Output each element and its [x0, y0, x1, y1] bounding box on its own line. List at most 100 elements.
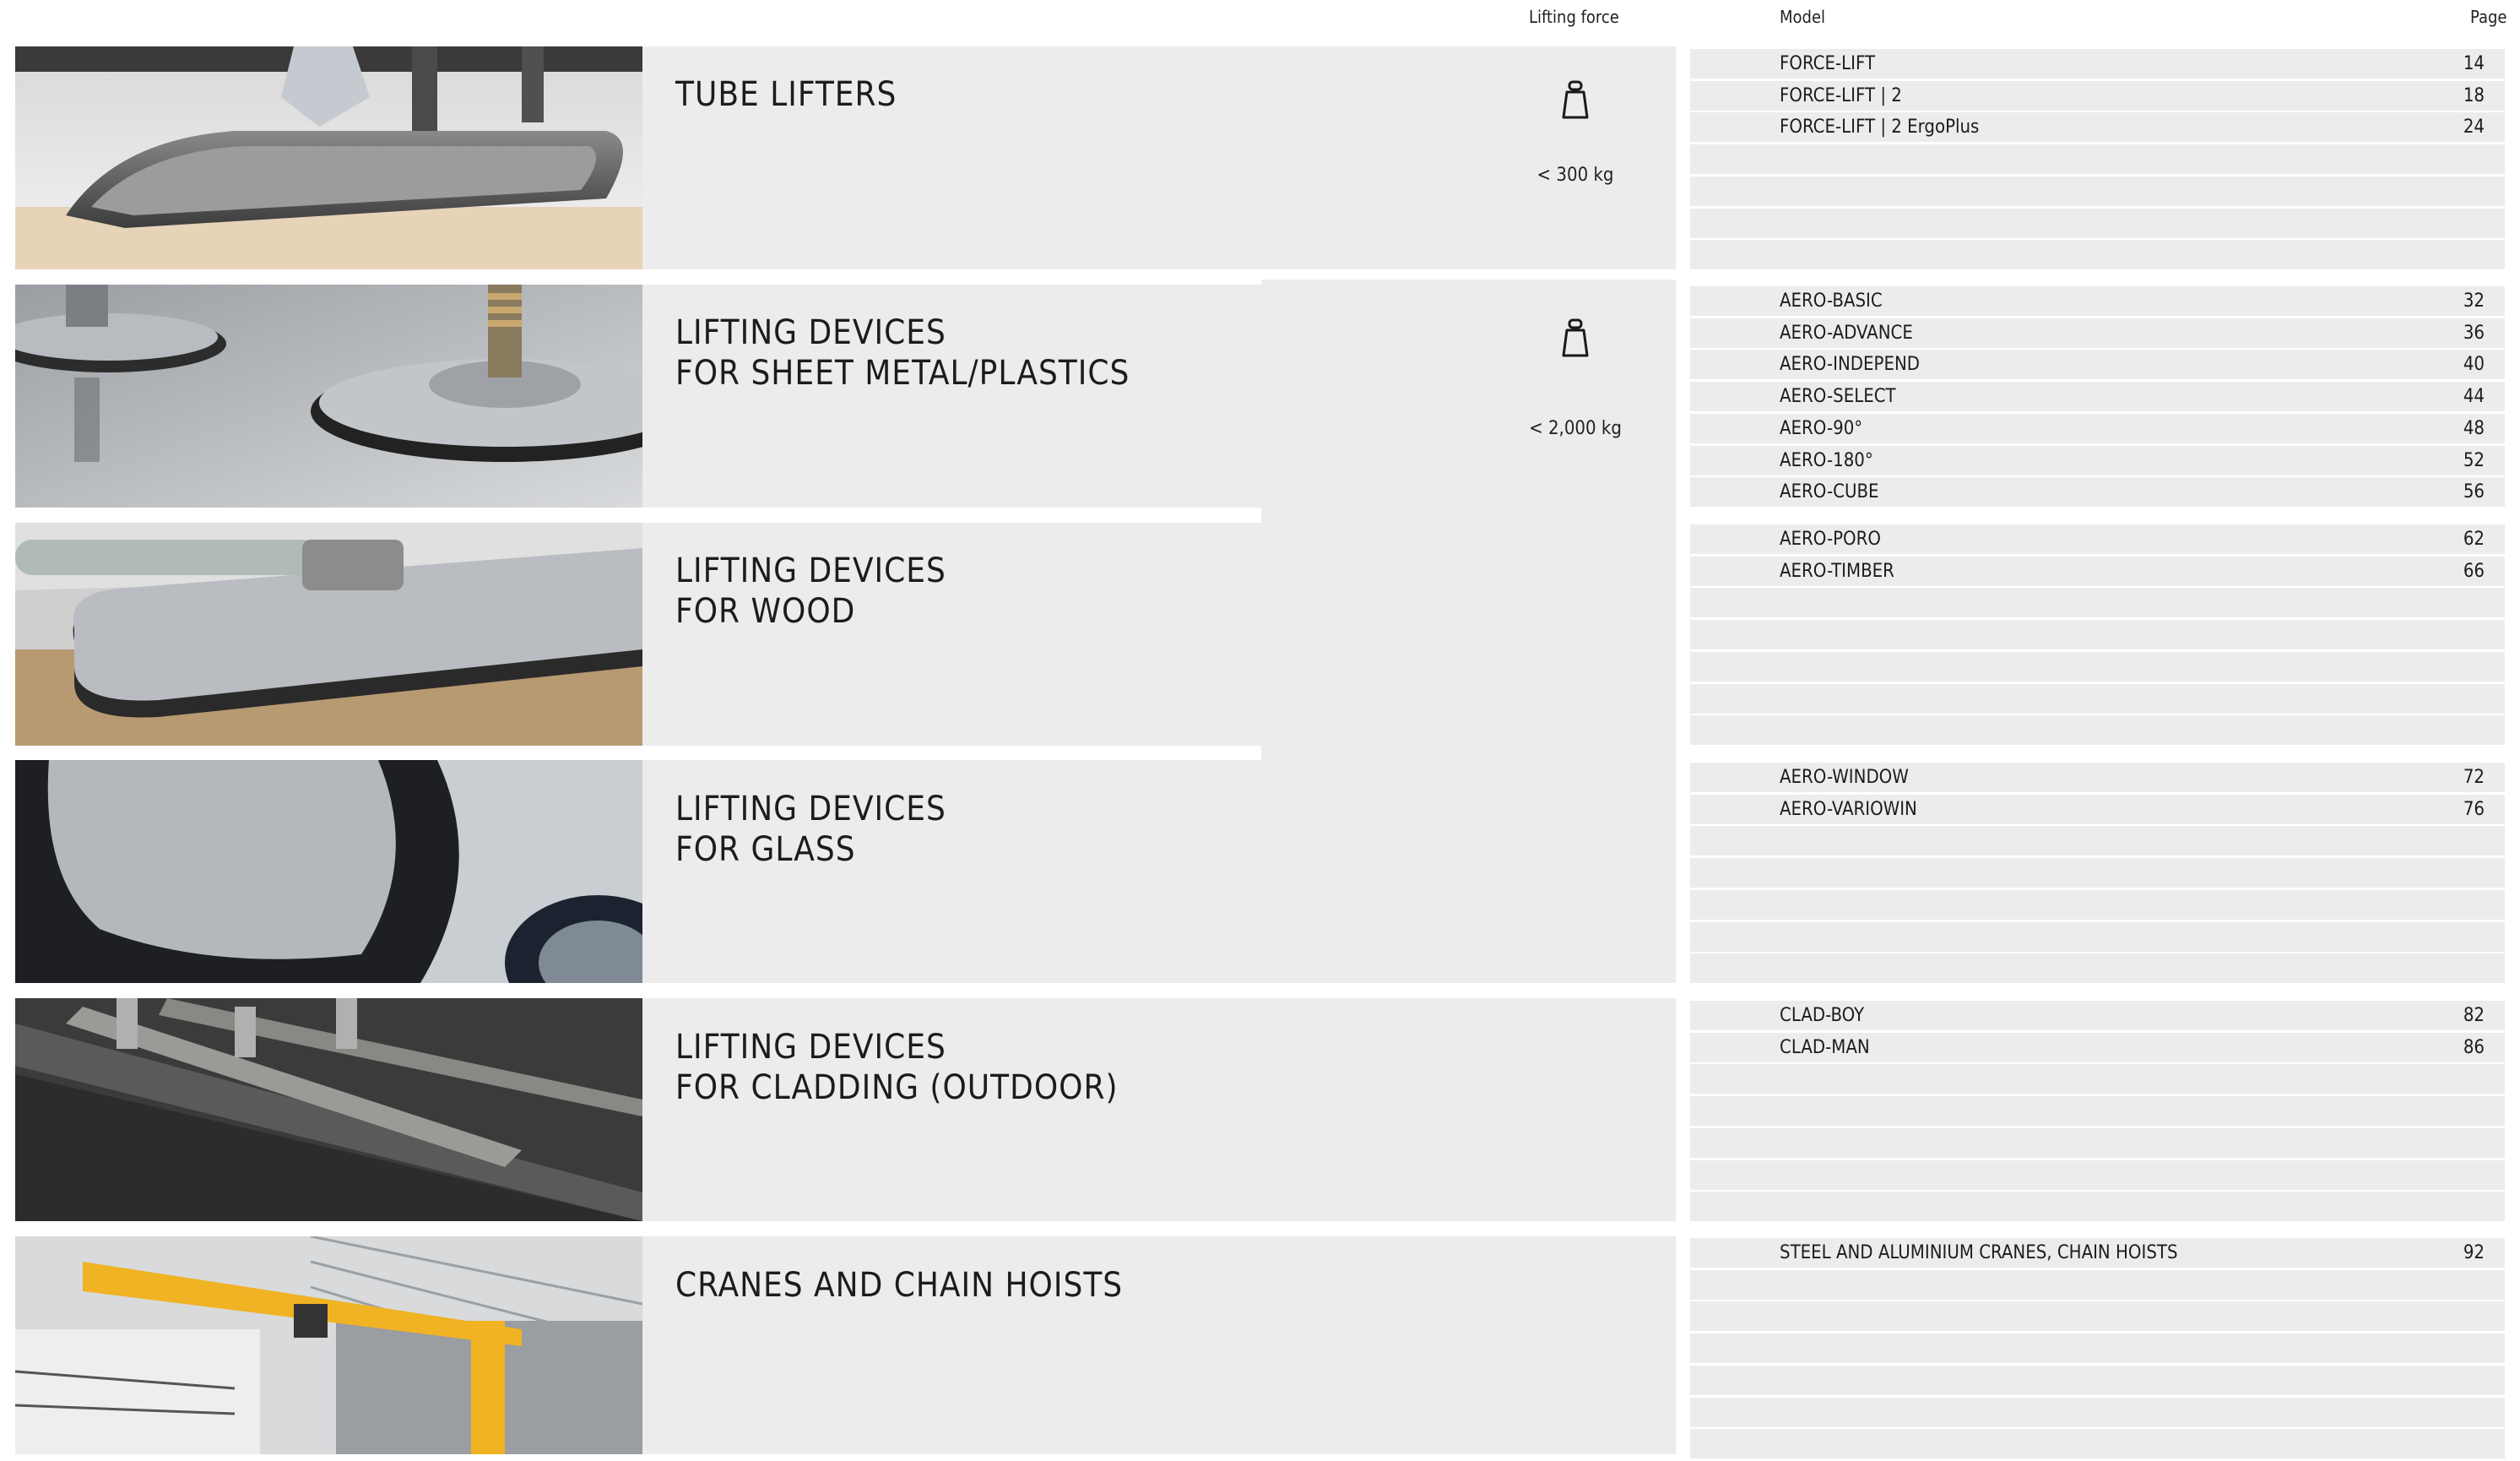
table-row: AERO-180° 52 [1690, 445, 2505, 475]
model-list: STEEL AND ALUMINIUM CRANES, CHAIN HOISTS… [1690, 1238, 2505, 1461]
model-name: AERO-PORO [1780, 529, 1881, 550]
model-list: AERO-PORO 62 AERO-TIMBER 66 [1690, 524, 2505, 747]
table-row [1690, 651, 2505, 682]
model-name: AERO-CUBE [1780, 481, 1879, 503]
sheet-metal-photo [15, 285, 642, 508]
page-number: 86 [2463, 1036, 2485, 1058]
table-row [1690, 715, 2505, 746]
table-row [1690, 1301, 2505, 1332]
table-row: AERO-BASIC 32 [1690, 286, 2505, 316]
table-row [1690, 826, 2505, 856]
model-list: CLAD-BOY 82 CLAD-MAN 86 [1690, 1001, 2505, 1224]
table-row: AERO-SELECT 44 [1690, 382, 2505, 412]
page-number: 82 [2463, 1005, 2485, 1026]
section-separator [642, 983, 1261, 993]
lifting-force-column [1261, 280, 1676, 983]
model-name: AERO-BASIC [1780, 291, 1883, 312]
table-row [1690, 1064, 2505, 1094]
model-name: AERO-VARIOWIN [1780, 798, 1917, 820]
table-row [1690, 889, 2505, 920]
header-page: Page [2470, 7, 2507, 27]
section-title: TUBE LIFTERS [675, 75, 897, 114]
model-name: AERO-SELECT [1780, 386, 1896, 408]
table-row [1690, 208, 2505, 238]
table-row: FORCE-LIFT | 2 18 [1690, 80, 2505, 111]
page-number: 92 [2463, 1242, 2485, 1263]
model-name: AERO-INDEPEND [1780, 354, 1920, 376]
page-number: 52 [2463, 449, 2485, 471]
crane-photo [15, 1236, 642, 1454]
table-row: AERO-ADVANCE 36 [1690, 318, 2505, 348]
page-number: 56 [2463, 481, 2485, 503]
page-number: 62 [2463, 529, 2485, 550]
model-name: AERO-TIMBER [1780, 560, 1894, 582]
model-name: AERO-180° [1780, 449, 1873, 471]
weight-icon [1562, 318, 1589, 357]
lifting-force-value: < 300 kg [1536, 165, 1614, 186]
table-row [1690, 683, 2505, 714]
table-row: CLAD-MAN 86 [1690, 1032, 2505, 1062]
section-separator [642, 746, 1261, 756]
page-number: 48 [2463, 417, 2485, 439]
table-row [1690, 1333, 2505, 1364]
model-name: CLAD-BOY [1780, 1005, 1865, 1026]
model-name: CLAD-MAN [1780, 1036, 1870, 1058]
cladding-photo [15, 998, 642, 1221]
table-row [1690, 1397, 2505, 1427]
table-row [1690, 1192, 2505, 1222]
page-number: 66 [2463, 560, 2485, 582]
table-row [1690, 1127, 2505, 1158]
table-row: AERO-WINDOW 72 [1690, 763, 2505, 792]
model-list: FORCE-LIFT 14 FORCE-LIFT | 2 18 FORCE-LIFT |… [1690, 49, 2505, 272]
model-name: STEEL AND ALUMINIUM CRANES, CHAIN HOISTS [1780, 1242, 2178, 1263]
table-row [1690, 144, 2505, 175]
lifting-force-value: < 2,000 kg [1529, 418, 1622, 439]
model-name: FORCE-LIFT | 2 [1780, 84, 1902, 106]
page-number: 24 [2463, 117, 2485, 138]
table-row [1690, 240, 2505, 270]
section-title: LIFTING DEVICES FOR CLADDING (OUTDOOR) [675, 1028, 1119, 1107]
table-row: AERO-INDEPEND 40 [1690, 350, 2505, 380]
page-number: 76 [2463, 798, 2485, 820]
page-number: 72 [2463, 767, 2485, 788]
table-row: FORCE-LIFT 14 [1690, 49, 2505, 79]
page-number: 32 [2463, 291, 2485, 312]
model-name: AERO-ADVANCE [1780, 322, 1913, 344]
section-title: CRANES AND CHAIN HOISTS [675, 1266, 1124, 1305]
model-list: AERO-WINDOW 72 AERO-VARIOWIN 76 [1690, 763, 2505, 986]
table-row [1690, 1096, 2505, 1127]
model-name: AERO-90° [1780, 417, 1863, 439]
header-lifting-force: Lifting force [1529, 7, 1619, 27]
page-number: 14 [2463, 53, 2485, 74]
weight-icon [1562, 80, 1589, 119]
table-row: AERO-TIMBER 66 [1690, 556, 2505, 586]
table-row: AERO-VARIOWIN 76 [1690, 794, 2505, 824]
page-number: 44 [2463, 386, 2485, 408]
table-row [1690, 858, 2505, 888]
page-number: 36 [2463, 322, 2485, 344]
glass-photo [15, 760, 642, 983]
table-row [1690, 620, 2505, 650]
table-row: CLAD-BOY 82 [1690, 1001, 2505, 1030]
model-name: AERO-WINDOW [1780, 767, 1909, 788]
section-title: LIFTING DEVICES FOR GLASS [675, 790, 946, 869]
table-row [1690, 1160, 2505, 1190]
model-name: FORCE-LIFT [1780, 53, 1876, 74]
tube-lifter-photo [15, 46, 642, 269]
table-row: STEEL AND ALUMINIUM CRANES, CHAIN HOISTS… [1690, 1238, 2505, 1268]
table-row [1690, 588, 2505, 618]
table-row [1690, 1365, 2505, 1395]
table-row: AERO-CUBE 56 [1690, 477, 2505, 508]
section-title: LIFTING DEVICES FOR WOOD [675, 551, 946, 631]
table-row: AERO-PORO 62 [1690, 524, 2505, 554]
table-row: AERO-90° 48 [1690, 413, 2505, 443]
wood-photo [15, 523, 642, 746]
header-model: Model [1780, 7, 1826, 27]
table-row [1690, 1269, 2505, 1300]
model-list: AERO-BASIC 32 AERO-ADVANCE 36 AERO-INDEPEND 4… [1690, 286, 2505, 509]
page-number: 40 [2463, 354, 2485, 376]
model-name: FORCE-LIFT | 2 ErgoPlus [1780, 117, 1980, 138]
table-row [1690, 953, 2505, 984]
section-separator [642, 508, 1261, 518]
table-row [1690, 921, 2505, 952]
